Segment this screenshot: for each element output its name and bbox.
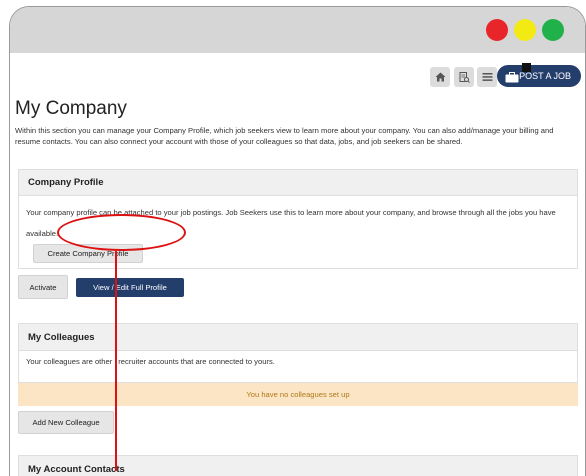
view-edit-full-profile-button[interactable]: View / Edit Full Profile [76,278,184,297]
list-icon [482,73,492,81]
maximize-window-button[interactable] [542,19,564,41]
annotation-pointer-line [115,251,117,471]
my-colleagues-description: Your colleagues are other recruiter accou… [26,357,275,366]
activate-button[interactable]: Activate [18,275,68,299]
search-documents-button[interactable] [454,67,474,87]
briefcase-icon [505,72,519,83]
close-window-button[interactable] [486,19,508,41]
company-profile-heading: Company Profile [28,177,104,188]
no-colleagues-notice: You have no colleagues set up [18,383,578,406]
add-new-colleague-button[interactable]: Add New Colleague [18,411,114,434]
list-button[interactable] [477,67,497,87]
account-contacts-heading: My Account Contacts [28,463,125,475]
my-colleagues-heading: My Colleagues [28,331,95,343]
my-colleagues-header: My Colleagues [18,323,578,351]
page-intro: Within this section you can manage your … [15,126,554,146]
page-content: POST A JOB My Company Within this sectio… [10,53,585,476]
home-button[interactable] [430,67,450,87]
my-colleagues-panel: Your colleagues are other recruiter accou… [18,351,578,383]
minimize-window-button[interactable] [514,19,536,41]
post-a-job-label: POST A JOB [519,71,571,81]
home-icon [435,72,445,82]
account-contacts-header: My Account Contacts [18,455,578,476]
mouse-cursor [522,63,531,72]
document-search-icon [459,71,470,83]
window-titlebar [10,7,585,53]
post-a-job-button[interactable]: POST A JOB [497,65,581,87]
my-colleagues-description-start: Your colleagues are other [26,357,113,366]
highlight-ellipse [57,214,186,251]
page-title: My Company [15,98,127,119]
company-profile-header: Company Profile [18,169,578,196]
my-colleagues-description-end: recruiter accounts that are connected to… [118,357,275,366]
